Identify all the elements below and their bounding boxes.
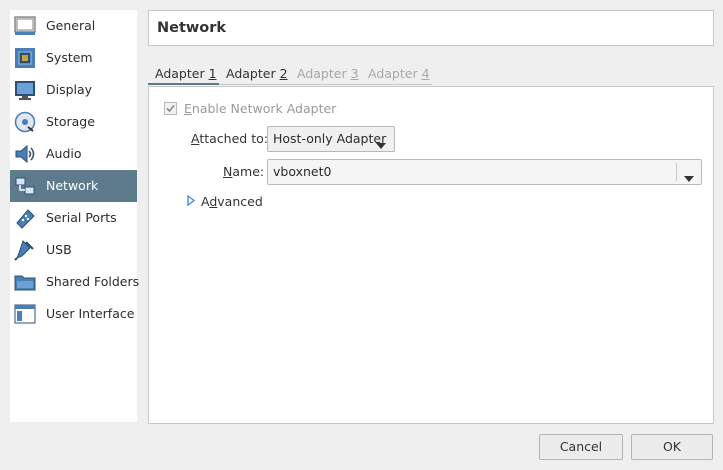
tab-divider	[219, 84, 432, 85]
sidebar-item-general[interactable]: General	[10, 10, 137, 42]
tab-adapter-1[interactable]: Adapter 1	[155, 66, 217, 81]
tab-adapter-2[interactable]: Adapter 2	[226, 66, 288, 81]
sidebar-item-system[interactable]: System	[10, 42, 137, 74]
page-header: Network	[148, 10, 714, 46]
enable-network-adapter-label: Enable Network Adapter	[184, 101, 337, 116]
attached-to-value: Host-only Adapter	[273, 131, 387, 146]
sidebar-item-label: Shared Folders	[46, 274, 140, 289]
chip-icon	[14, 47, 36, 69]
folder-icon	[14, 271, 36, 293]
sidebar-item-label: System	[46, 50, 93, 65]
disk-icon	[14, 111, 36, 133]
sidebar-item-audio[interactable]: Audio	[10, 138, 137, 170]
sidebar-item-storage[interactable]: Storage	[10, 106, 137, 138]
sidebar-item-shared-folders[interactable]: Shared Folders	[10, 266, 140, 298]
sidebar-item-label: Network	[46, 178, 99, 193]
sidebar-item-label: Storage	[46, 114, 95, 129]
page-title: Network	[157, 20, 227, 36]
sidebar-item-label: Serial Ports	[46, 210, 117, 225]
attached-to-dropdown[interactable]: Host-only Adapter	[267, 126, 395, 152]
advanced-label: Advanced	[201, 194, 263, 209]
name-label: Name:	[223, 164, 265, 179]
sidebar-item-display[interactable]: Display	[10, 74, 137, 106]
monitor-icon	[14, 79, 36, 101]
tab-adapter-4[interactable]: Adapter 4	[368, 66, 430, 81]
expand-arrow-icon	[187, 194, 196, 209]
name-dropdown[interactable]: vboxnet0	[267, 159, 702, 185]
enable-network-adapter-row: Enable Network Adapter	[164, 101, 336, 116]
adapter-panel: Enable Network Adapter Attached to: Host…	[148, 86, 714, 424]
enable-network-adapter-checkbox[interactable]	[164, 102, 177, 115]
tab-adapter-3[interactable]: Adapter 3	[297, 66, 359, 81]
chevron-down-icon	[684, 170, 694, 185]
settings-sidebar: General System Display Storage Audio Net…	[10, 10, 140, 422]
advanced-toggle[interactable]: Advanced	[187, 194, 263, 209]
adapter-tabs: Adapter 1 Adapter 2 Adapter 3 Adapter 4	[148, 62, 714, 86]
window-icon	[14, 303, 36, 325]
general-icon	[14, 15, 36, 37]
sidebar-item-label: General	[46, 18, 96, 33]
sidebar-item-serial-ports[interactable]: Serial Ports	[10, 202, 137, 234]
sidebar-item-user-interface[interactable]: User Interface	[10, 298, 137, 330]
sidebar-item-label: Display	[46, 82, 93, 97]
name-value: vboxnet0	[273, 164, 332, 179]
ok-button[interactable]: OK	[631, 434, 713, 460]
attached-to-label: Attached to:	[191, 131, 268, 146]
network-icon	[14, 175, 36, 197]
usb-icon	[14, 239, 36, 261]
active-tab-indicator	[148, 83, 219, 85]
dropdown-divider	[676, 163, 677, 181]
cancel-button[interactable]: Cancel	[539, 434, 623, 460]
sidebar-item-label: User Interface	[46, 306, 135, 321]
sidebar-item-label: Audio	[46, 146, 82, 161]
speaker-icon	[14, 143, 36, 165]
sidebar-item-label: USB	[46, 242, 72, 257]
serial-port-icon	[14, 207, 36, 229]
sidebar-item-usb[interactable]: USB	[10, 234, 137, 266]
chevron-down-icon	[376, 137, 386, 152]
sidebar-item-network[interactable]: Network	[10, 170, 137, 202]
